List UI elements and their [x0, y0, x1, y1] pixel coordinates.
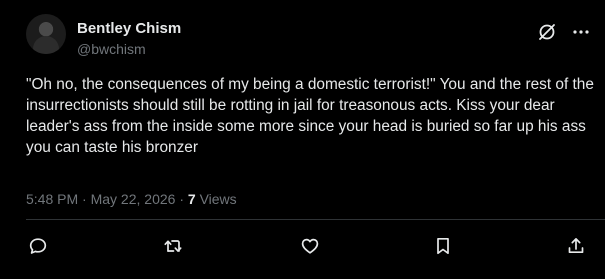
avatar[interactable] — [26, 14, 66, 54]
share-icon — [566, 236, 586, 256]
tweet-text: "Oh no, the consequences of my being a d… — [26, 76, 594, 156]
share-button[interactable] — [564, 234, 588, 258]
reply-button[interactable] — [26, 234, 50, 258]
meta-separator: · — [82, 191, 87, 207]
meta-separator: · — [179, 191, 184, 207]
views-label: Views — [199, 191, 237, 207]
views-count: 7 — [187, 191, 196, 207]
like-icon — [300, 236, 320, 256]
bookmark-button[interactable] — [431, 234, 455, 258]
bookmark-icon — [433, 236, 453, 256]
tweet-time[interactable]: 5:48 PM — [26, 191, 78, 207]
tweet-header-actions — [537, 22, 591, 42]
retweet-button[interactable] — [161, 234, 185, 258]
tweet-meta: 5:48 PM · May 22, 2026 · 7 Views — [26, 190, 237, 208]
author-display-name[interactable]: Bentley Chism — [77, 20, 181, 38]
tweet-date[interactable]: May 22, 2026 — [91, 191, 176, 207]
reply-icon — [28, 236, 48, 256]
divider — [26, 219, 605, 220]
avatar-silhouette — [33, 36, 59, 54]
grok-icon[interactable] — [537, 22, 557, 42]
retweet-icon — [163, 236, 183, 256]
like-button[interactable] — [298, 234, 322, 258]
author-handle[interactable]: @bwchism — [77, 40, 146, 58]
more-icon[interactable] — [571, 22, 591, 42]
tweet-actions — [26, 234, 586, 258]
